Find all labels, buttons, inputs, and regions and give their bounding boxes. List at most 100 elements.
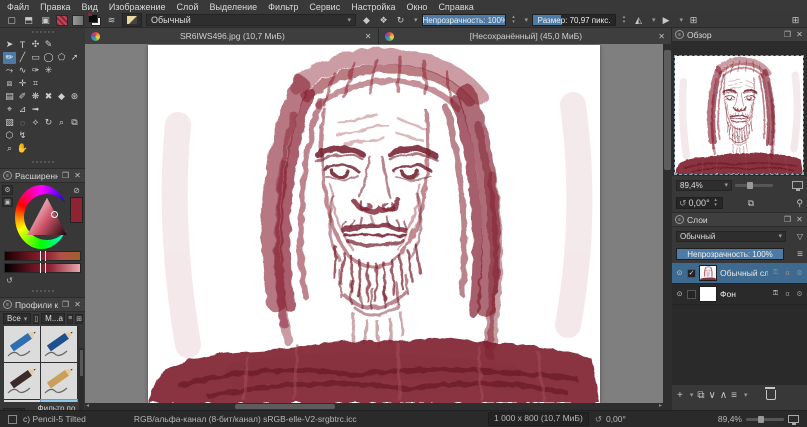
preset-display-icon[interactable]: ▯ [33,314,39,324]
delete-layer-button[interactable] [766,390,776,400]
polygon-select-tool[interactable]: ⬡ [3,130,16,142]
menu-item[interactable]: Вид [82,2,98,12]
opacity-spinner[interactable]: ▴▾ [510,14,518,26]
float-docker-icon[interactable]: ❐ [61,300,70,309]
reset-history-icon[interactable]: ↺ [4,275,15,285]
preserve-alpha-icon[interactable]: ❖ [377,14,390,26]
mirror-view-icon[interactable]: ⧉ [748,198,754,209]
layer-properties-button[interactable]: ≡ [731,390,737,401]
save-document-icon[interactable]: ▣ [39,14,52,26]
chevron-down-icon[interactable]: ▾ [744,391,748,399]
transform-tool[interactable]: ⧈ [3,78,16,90]
zoom-tool[interactable]: ⌕ [3,143,16,155]
horizontal-scrollbar[interactable]: ◂ ▸ [85,403,663,410]
color-settings-icon[interactable]: ⚙ [2,185,13,195]
polygon-tool[interactable]: ⬠ [55,52,68,64]
layer-options-icon[interactable]: ≡ [797,249,803,260]
close-icon[interactable]: ✕ [73,171,82,180]
document-tab[interactable]: [Несохранённый] (45,0 МиБ) ✕ [379,28,673,44]
smart-patch-tool[interactable]: ✖ [42,91,55,103]
assistants-tool[interactable]: ⌖ [3,104,16,116]
polyline-tool[interactable]: ➚ [68,52,81,64]
move-tool[interactable]: ✛ [16,78,29,90]
menu-item[interactable]: Правка [40,2,70,12]
float-docker-icon[interactable]: ❐ [61,171,70,180]
foreground-background-colors[interactable] [88,14,101,26]
zoom-combo[interactable]: 89,4% ▾ [676,180,732,191]
brush-preset-tile[interactable] [4,400,40,402]
visibility-eye-icon[interactable]: ⊙ [675,290,684,298]
grid-view-icon[interactable]: ⊞ [75,314,83,324]
freehand-brush-tool[interactable]: ✏ [3,52,16,64]
eraser-mode-icon[interactable]: ◆ [360,14,373,26]
vertical-scrollbar[interactable] [663,44,672,410]
reload-preset-icon[interactable]: ↻ [394,14,407,26]
rotation-icon[interactable]: ↺ [595,414,602,425]
multibrush-tool[interactable]: ✳ [42,65,55,77]
dynamic-brush-tool[interactable]: ✑ [29,65,42,77]
document-tab[interactable]: SR6IWS496.jpg (10,7 МиБ) ✕ [85,28,379,44]
float-docker-icon[interactable]: ❐ [783,215,792,224]
view-mode-button[interactable]: М...а [41,313,65,324]
filter-layers-icon[interactable]: ▽ [797,232,803,241]
visibility-eye-icon[interactable]: ⊙ [675,269,684,277]
ellipse-select-tool[interactable]: ◌ [16,117,29,129]
layer-row-background[interactable]: ⊙ Фон ⚿ α ⚙ [672,284,807,305]
rotation-spinbox[interactable]: ↺ 0,00° ▴▾ [676,197,723,209]
enclose-fill-tool[interactable]: ⊛ [68,91,81,103]
rectangle-tool[interactable]: ▭ [29,52,42,64]
close-icon[interactable]: ✕ [658,32,665,41]
lock-icon[interactable]: ⚿ [771,269,780,277]
move-layer-up-button[interactable]: ∧ [720,390,727,401]
menu-item[interactable]: Выделение [209,2,257,12]
docker-lock-icon[interactable]: ≡ [3,171,12,180]
pan-tool[interactable]: ✋ [16,143,29,155]
magnetic-select-tool[interactable]: ↯ [16,130,29,142]
open-document-icon[interactable]: ⬒ [22,14,35,26]
layer-checkbox[interactable]: ✓ [687,269,696,278]
measure-tool[interactable]: ⊿ [16,104,29,116]
color-wheel[interactable] [15,185,68,249]
brush-preset-tile[interactable] [4,363,40,399]
similar-select-tool[interactable]: ⌕ [55,117,68,129]
docker-lock-icon[interactable]: ≡ [3,300,12,309]
freehand-select-tool[interactable]: ⟡ [29,117,42,129]
choose-workspace-icon[interactable]: ⊞ [789,14,802,26]
close-icon[interactable]: ✕ [365,32,372,41]
layer-gear-icon[interactable]: ⚙ [795,269,804,277]
status-zoom-thumb[interactable] [758,416,764,423]
docker-lock-icon[interactable]: ≡ [675,30,684,39]
status-zoom-slider[interactable] [746,418,784,421]
color-history-strip[interactable] [4,251,81,261]
float-docker-icon[interactable]: ❐ [783,30,792,39]
pattern-swatch[interactable] [56,15,68,26]
canvas-area[interactable]: ◂ ▸ [85,44,663,410]
size-spinner[interactable]: ▴▾ [620,14,628,26]
alpha-lock-icon[interactable]: α [783,291,792,298]
duplicate-layer-button[interactable]: ⧉ [697,390,704,401]
color-sampler-tool[interactable]: ✐ [16,91,29,103]
brush-preset-tile[interactable] [41,363,77,399]
chevron-down-icon[interactable]: ▾ [680,16,684,24]
gradient-icon[interactable]: ≋ [105,14,118,26]
layer-gear-icon[interactable]: ⚙ [795,290,804,298]
fill-tool[interactable]: ◆ [55,91,68,103]
brush-preset-icon[interactable] [122,13,142,27]
shade-display-icon[interactable]: ▣ [2,197,13,207]
overview-thumbnail[interactable] [675,56,803,174]
brush-preset-tile[interactable] [41,326,77,362]
no-color-icon[interactable]: ⊘ [71,185,82,195]
menu-item[interactable]: Файл [7,2,29,12]
opacity-slider[interactable]: Непрозрачность: 100% [422,14,506,26]
blend-mode-combo[interactable]: Обычный ▾ [676,231,786,242]
pin-icon[interactable]: ⚲ [796,198,803,209]
move-layer-down-button[interactable]: ∨ [709,390,716,401]
alpha-lock-icon[interactable]: α [783,270,792,277]
freehand-path-tool[interactable]: ∿ [16,65,29,77]
wrap-around-icon[interactable]: ⊞ [687,14,700,26]
menu-item[interactable]: Слой [177,2,199,12]
line-tool[interactable]: ╱ [16,52,29,64]
menu-item[interactable]: Настройка [351,2,395,12]
docker-lock-icon[interactable]: ≡ [675,215,684,224]
menu-item[interactable]: Изображение [109,2,166,12]
